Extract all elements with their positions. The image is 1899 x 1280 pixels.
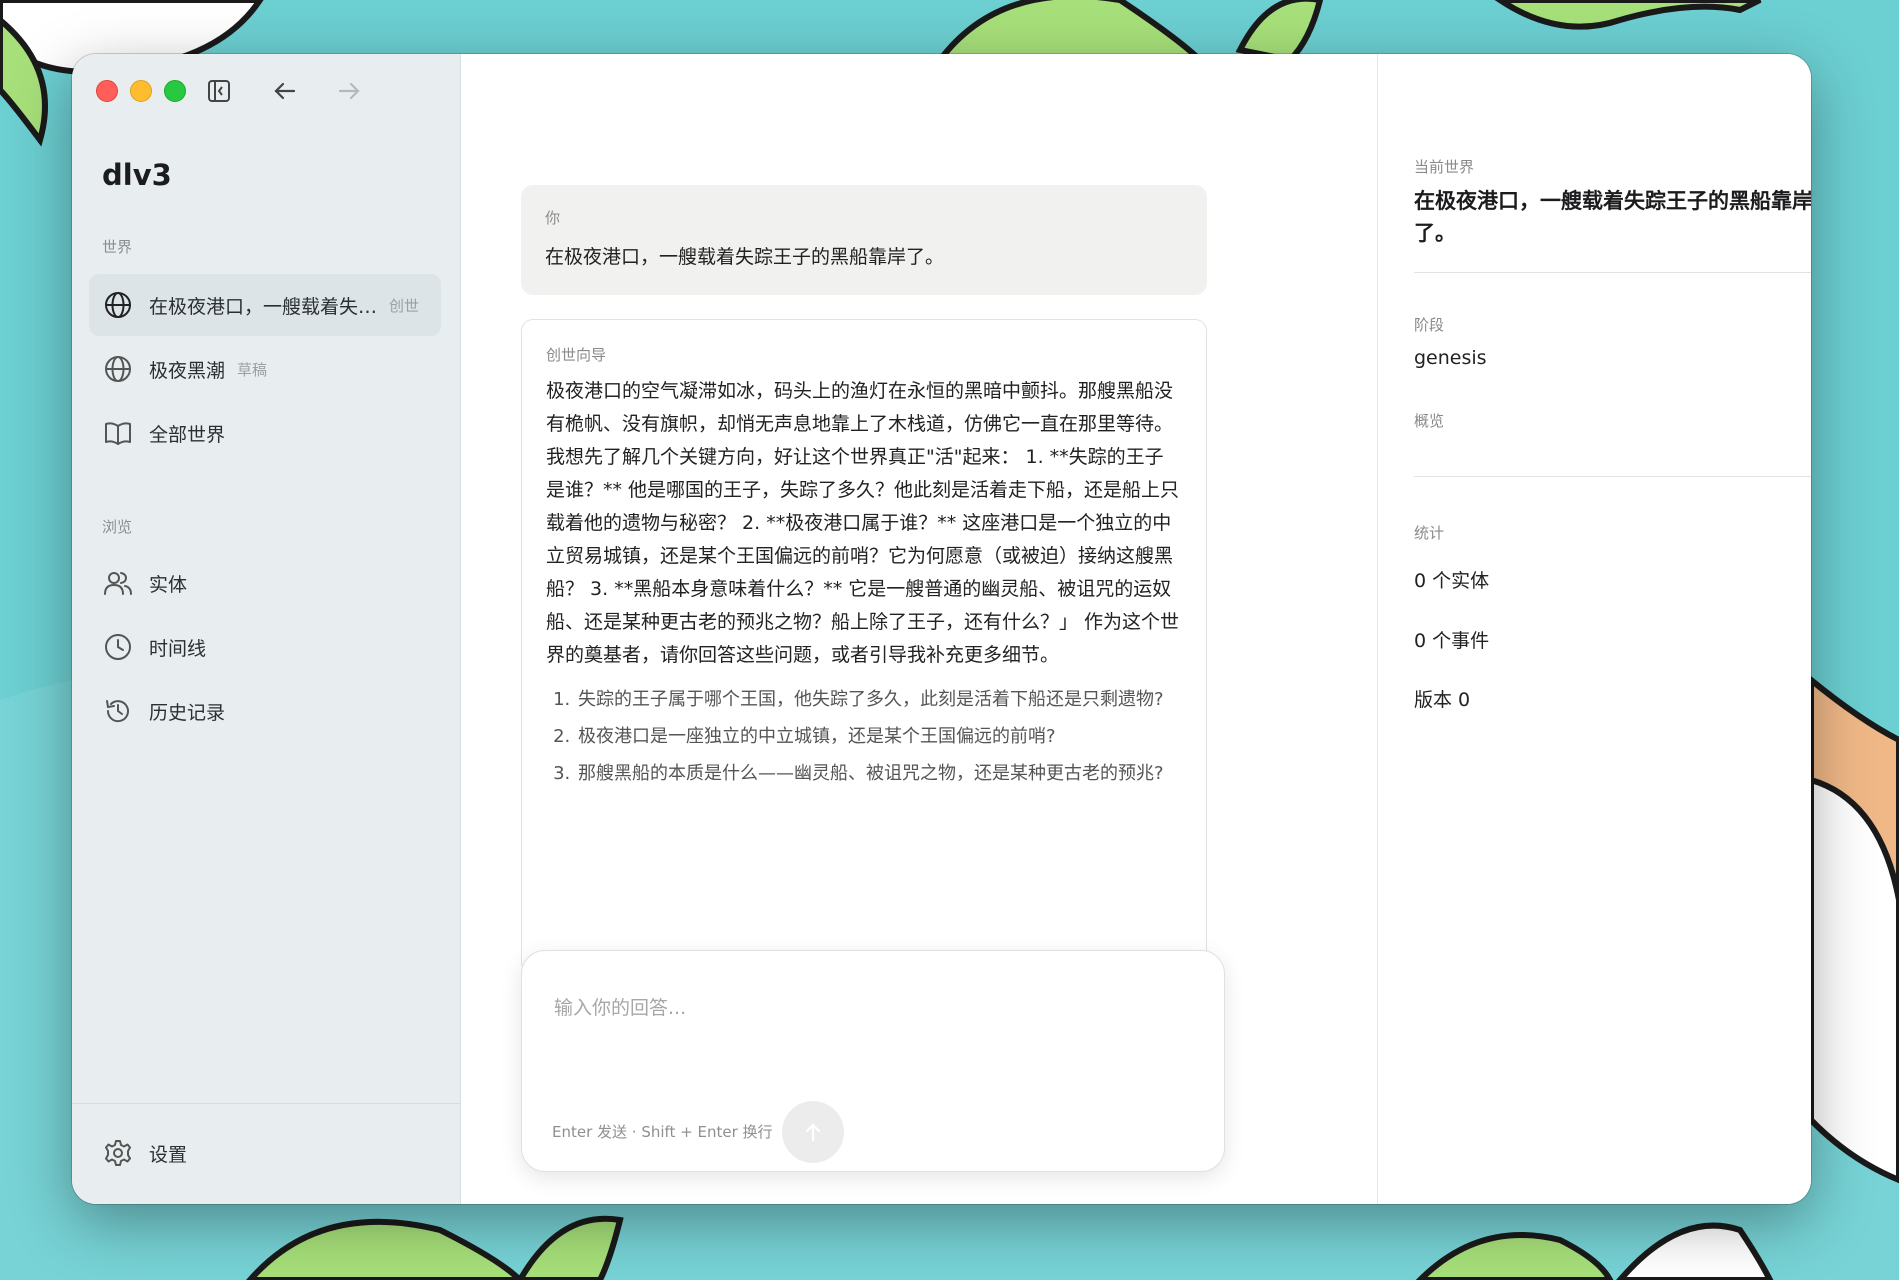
minimize-window-button[interactable]: [130, 80, 152, 102]
chat-area: 你 在极夜港口，一艘载着失踪王子的黑船靠岸了。 创世向导 极夜港口的空气凝滞如冰…: [461, 54, 1377, 1204]
app-window: dlv3 世界 在极夜港口，一艘载着失… 创世 极夜黑潮 草稿 全部世界 浏览 …: [72, 54, 1811, 1204]
user-message: 你 在极夜港口，一艘载着失踪王子的黑船靠岸了。: [521, 185, 1207, 295]
divider: [1414, 476, 1811, 477]
sidebar-item-timeline[interactable]: 时间线: [89, 616, 441, 678]
message-author: 创世向导: [546, 346, 607, 364]
message-author: 你: [545, 209, 561, 227]
sidebar-collapse-icon[interactable]: [206, 78, 232, 104]
current-world-label: 当前世界: [1414, 158, 1475, 176]
sidebar-item-label: 时间线: [149, 637, 207, 660]
sidebar-item-label: 极夜黑潮: [149, 359, 226, 382]
clock-icon: [103, 632, 133, 662]
sidebar-item-label: 实体: [149, 573, 188, 596]
sidebar-item-history[interactable]: 历史记录: [89, 680, 441, 742]
sidebar-item-draft-world[interactable]: 极夜黑潮 草稿: [89, 338, 441, 400]
overview-label: 概览: [1414, 412, 1445, 430]
sidebar-item-all-worlds[interactable]: 全部世界: [89, 402, 441, 464]
message-text: 在极夜港口，一艘载着失踪王子的黑船靠岸了。: [545, 246, 945, 268]
sidebar-item-label: 历史记录: [149, 701, 226, 724]
sidebar-footer: 设置: [72, 1103, 460, 1204]
message-text: 极夜港口的空气凝滞如冰，码头上的渔灯在永恒的黑暗中颤抖。那艘黑船没有桅帆、没有旗…: [546, 380, 1180, 666]
sidebar-item-label: 全部世界: [149, 423, 226, 446]
stage-value: genesis: [1414, 347, 1487, 369]
assistant-message: 创世向导 极夜港口的空气凝滞如冰，码头上的渔灯在永恒的黑暗中颤抖。那艘黑船没有桅…: [521, 319, 1207, 974]
book-icon: [103, 418, 133, 448]
close-window-button[interactable]: [96, 80, 118, 102]
event-count: 0 个事件: [1414, 630, 1490, 652]
users-icon: [103, 568, 133, 598]
sidebar-item-settings[interactable]: 设置: [89, 1122, 441, 1184]
maximize-window-button[interactable]: [164, 80, 186, 102]
stage-label: 阶段: [1414, 316, 1445, 334]
status-badge: 创世: [389, 296, 420, 315]
browse-section-label: 浏览: [102, 518, 133, 536]
version-number: 版本 0: [1414, 689, 1471, 711]
list-item: 极夜港口是一座独立的中立城镇，还是某个王国偏远的前哨?: [576, 721, 1182, 753]
stats-label: 统计: [1414, 524, 1445, 542]
list-item: 失踪的王子属于哪个王国，他失踪了多久，此刻是活着下船还是只剩遗物?: [576, 684, 1182, 716]
sidebar-item-entities[interactable]: 实体: [89, 552, 441, 614]
arrow-right-icon[interactable]: [336, 78, 362, 104]
divider: [1414, 272, 1811, 273]
reply-input[interactable]: [552, 987, 1156, 1029]
history-icon: [103, 696, 133, 726]
gear-icon: [103, 1138, 133, 1168]
composer-hint: Enter 发送 · Shift + Enter 换行: [552, 1123, 773, 1141]
sidebar: dlv3 世界 在极夜港口，一艘载着失… 创世 极夜黑潮 草稿 全部世界 浏览 …: [72, 54, 461, 1204]
list-item: 那艘黑船的本质是什么——幽灵船、被诅咒之物，还是某种更古老的预兆?: [576, 758, 1182, 790]
world-section-label: 世界: [102, 238, 133, 256]
arrow-left-icon[interactable]: [272, 78, 298, 104]
arrow-up-icon: [805, 1123, 821, 1142]
send-button[interactable]: [782, 1101, 844, 1163]
world-info-panel: 当前世界 在极夜港口，一艘载着失踪王子的黑船靠岸了。 阶段 genesis 概览…: [1377, 54, 1811, 1204]
status-badge: 草稿: [237, 360, 268, 379]
sidebar-item-current-world[interactable]: 在极夜港口，一艘载着失… 创世: [89, 274, 441, 336]
globe-icon: [103, 290, 133, 320]
app-title: dlv3: [102, 158, 172, 192]
globe-icon: [103, 354, 133, 384]
sidebar-item-label: 在极夜港口，一艘载着失…: [149, 295, 378, 318]
entity-count: 0 个实体: [1414, 570, 1490, 592]
current-world-title: 在极夜港口，一艘载着失踪王子的黑船靠岸了。: [1414, 189, 1811, 245]
question-list: 失踪的王子属于哪个王国，他失踪了多久，此刻是活着下船还是只剩遗物? 极夜港口是一…: [546, 684, 1182, 790]
sidebar-item-label: 设置: [149, 1143, 188, 1166]
message-composer: Enter 发送 · Shift + Enter 换行: [521, 950, 1225, 1172]
